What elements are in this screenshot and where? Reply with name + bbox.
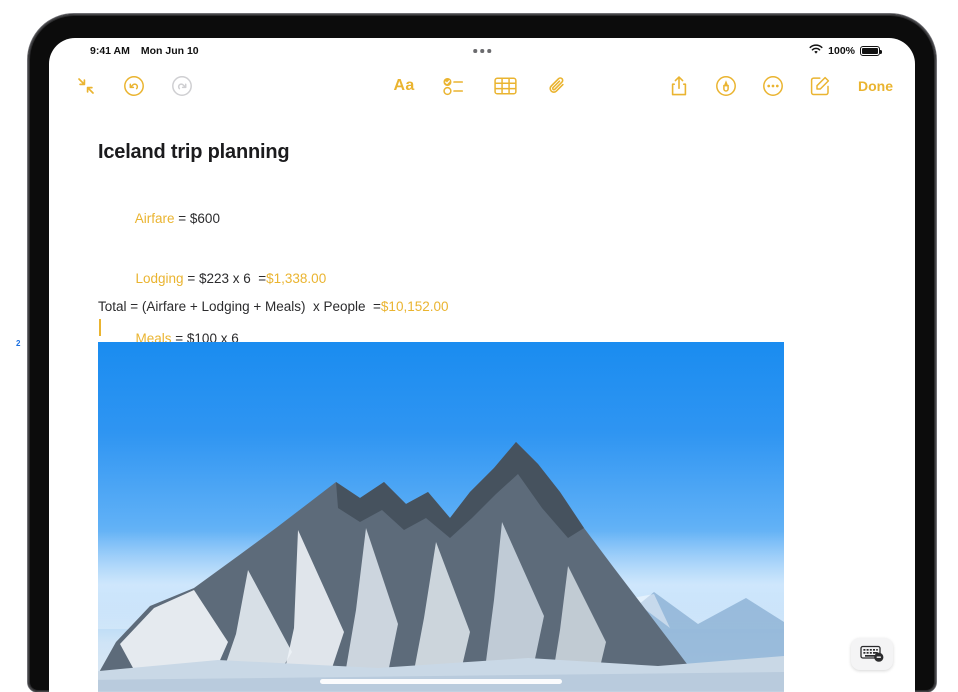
status-date: Mon Jun 10: [140, 45, 199, 57]
photo-mountains: [98, 442, 784, 692]
dot: [473, 49, 477, 53]
collapse-icon[interactable]: [73, 73, 99, 99]
calc-variable: Airfare: [134, 211, 175, 226]
note-content-area[interactable]: Iceland trip planning Airfare = $600 Lod…: [49, 107, 915, 692]
table-icon[interactable]: [493, 73, 519, 99]
note-toolbar: Aa Done: [49, 64, 915, 107]
share-icon[interactable]: [666, 73, 692, 99]
wifi-icon: [809, 44, 823, 58]
done-button[interactable]: Done: [854, 78, 893, 94]
calc-row-airfare[interactable]: Airfare = $600: [98, 189, 326, 249]
calc-row-total[interactable]: Total = (Airfare + Lodging + Meals) x Pe…: [98, 297, 449, 317]
calc-result: $1,338.00: [266, 271, 327, 286]
status-bar: 9:41 AM Mon Jun 10 100%: [49, 38, 915, 64]
battery-percent: 100%: [828, 45, 855, 57]
toolbar-center-group: Aa: [393, 64, 570, 107]
total-expression: Total = (Airfare + Lodging + Meals) x Pe…: [98, 299, 381, 314]
compose-icon[interactable]: [807, 73, 833, 99]
toolbar-right-group: Done: [666, 64, 893, 107]
total-result: $10,152.00: [380, 299, 449, 314]
format-text-icon[interactable]: Aa: [393, 77, 414, 94]
note-photo-attachment[interactable]: [98, 342, 784, 692]
more-icon[interactable]: [760, 73, 786, 99]
markup-icon[interactable]: [713, 73, 739, 99]
attachment-icon[interactable]: [545, 73, 571, 99]
redo-icon[interactable]: [169, 73, 195, 99]
dot: [487, 49, 491, 53]
toolbar-left-group: [73, 64, 195, 107]
ipad-device-frame: 9:41 AM Mon Jun 10 100% Aa Done Iceland …: [28, 14, 936, 692]
status-bar-right: 100%: [809, 44, 883, 58]
device-screen: 9:41 AM Mon Jun 10 100% Aa Done Iceland …: [49, 38, 915, 692]
checklist-icon[interactable]: [441, 73, 467, 99]
text-cursor: [99, 319, 101, 336]
multitasking-dots-icon[interactable]: [473, 49, 491, 53]
note-title[interactable]: Iceland trip planning: [98, 141, 290, 164]
keyboard-dismiss-icon[interactable]: [851, 638, 893, 670]
calc-variable: Lodging: [135, 271, 184, 286]
status-time: 9:41 AM: [90, 45, 130, 57]
calc-expression: = $600: [174, 211, 220, 226]
battery-full-icon: [860, 45, 883, 57]
status-bar-left: 9:41 AM Mon Jun 10: [90, 45, 199, 57]
undo-icon[interactable]: [121, 73, 147, 99]
page-marker: 2: [16, 339, 21, 348]
dot: [480, 49, 484, 53]
calc-expression: = $223 x 6 =: [183, 271, 267, 286]
home-indicator: [320, 679, 562, 684]
